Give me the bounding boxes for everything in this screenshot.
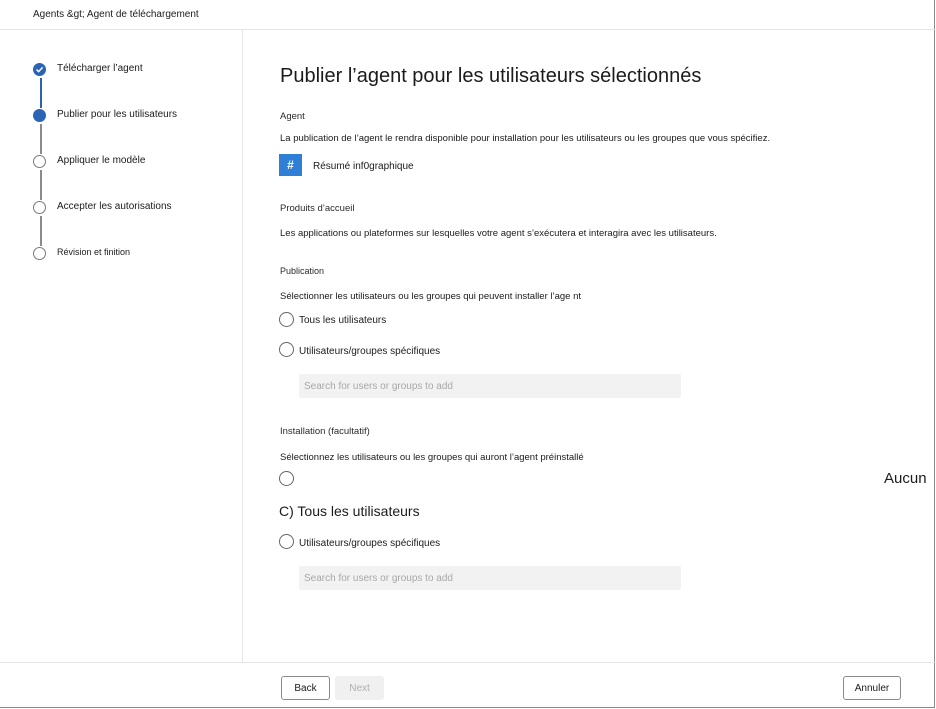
check-circle-icon: [33, 63, 46, 76]
publication-specific-label[interactable]: Utilisateurs/groupes spécifiques: [299, 346, 440, 357]
installation-none-radio[interactable]: [279, 471, 294, 486]
step-label: Publier pour les utilisateurs: [57, 109, 178, 120]
installation-all-users-label[interactable]: C) Tous les utilisateurs: [279, 503, 420, 519]
step-connector: [40, 170, 42, 200]
step-label: Appliquer le modèle: [57, 155, 146, 166]
step-connector: [40, 124, 42, 154]
publication-all-users-label[interactable]: Tous les utilisateurs: [299, 315, 386, 326]
agent-description: La publication de l’agent le rendra disp…: [280, 133, 771, 144]
breadcrumb[interactable]: Agents &gt; Agent de téléchargement: [33, 9, 199, 20]
publication-all-users-radio[interactable]: [279, 312, 294, 327]
cancel-button[interactable]: Annuler: [843, 676, 901, 700]
back-button[interactable]: Back: [281, 676, 330, 700]
installation-none-label[interactable]: Aucun: [884, 470, 927, 487]
publication-heading: Publication: [280, 266, 325, 276]
next-button[interactable]: Next: [335, 676, 384, 700]
installation-heading: Installation (facultatif): [280, 426, 370, 437]
agent-name: Résumé inf0graphique: [313, 161, 414, 172]
current-step-dot-icon: [33, 109, 46, 122]
products-description: Les applications ou plateformes sur lesq…: [280, 228, 717, 239]
step-connector: [40, 78, 42, 108]
installation-search-input[interactable]: [299, 566, 681, 590]
publication-description: Sélectionner les utilisateurs ou les gro…: [280, 291, 582, 302]
installation-description: Sélectionnez les utilisateurs ou les gro…: [280, 452, 584, 463]
products-heading: Produits d’accueil: [280, 203, 355, 214]
footer-divider: [0, 662, 936, 663]
empty-circle-icon: [33, 247, 46, 260]
publication-search-input[interactable]: [299, 374, 681, 398]
stepper-sidebar: [0, 30, 243, 662]
installation-specific-label[interactable]: Utilisateurs/groupes spécifiques: [299, 538, 440, 549]
publication-specific-radio[interactable]: [279, 342, 294, 357]
agent-heading: Agent: [280, 111, 305, 122]
page-title: Publier l’agent pour les utilisateurs sé…: [280, 65, 702, 87]
empty-circle-icon: [33, 201, 46, 214]
hashtag-icon: #: [279, 154, 302, 176]
empty-circle-icon: [33, 155, 46, 168]
step-label: Télécharger l’agent: [57, 63, 143, 74]
step-label: Accepter les autorisations: [57, 201, 172, 212]
step-label: Révision et finition: [57, 247, 131, 257]
step-connector: [40, 216, 42, 246]
installation-specific-radio[interactable]: [279, 534, 294, 549]
